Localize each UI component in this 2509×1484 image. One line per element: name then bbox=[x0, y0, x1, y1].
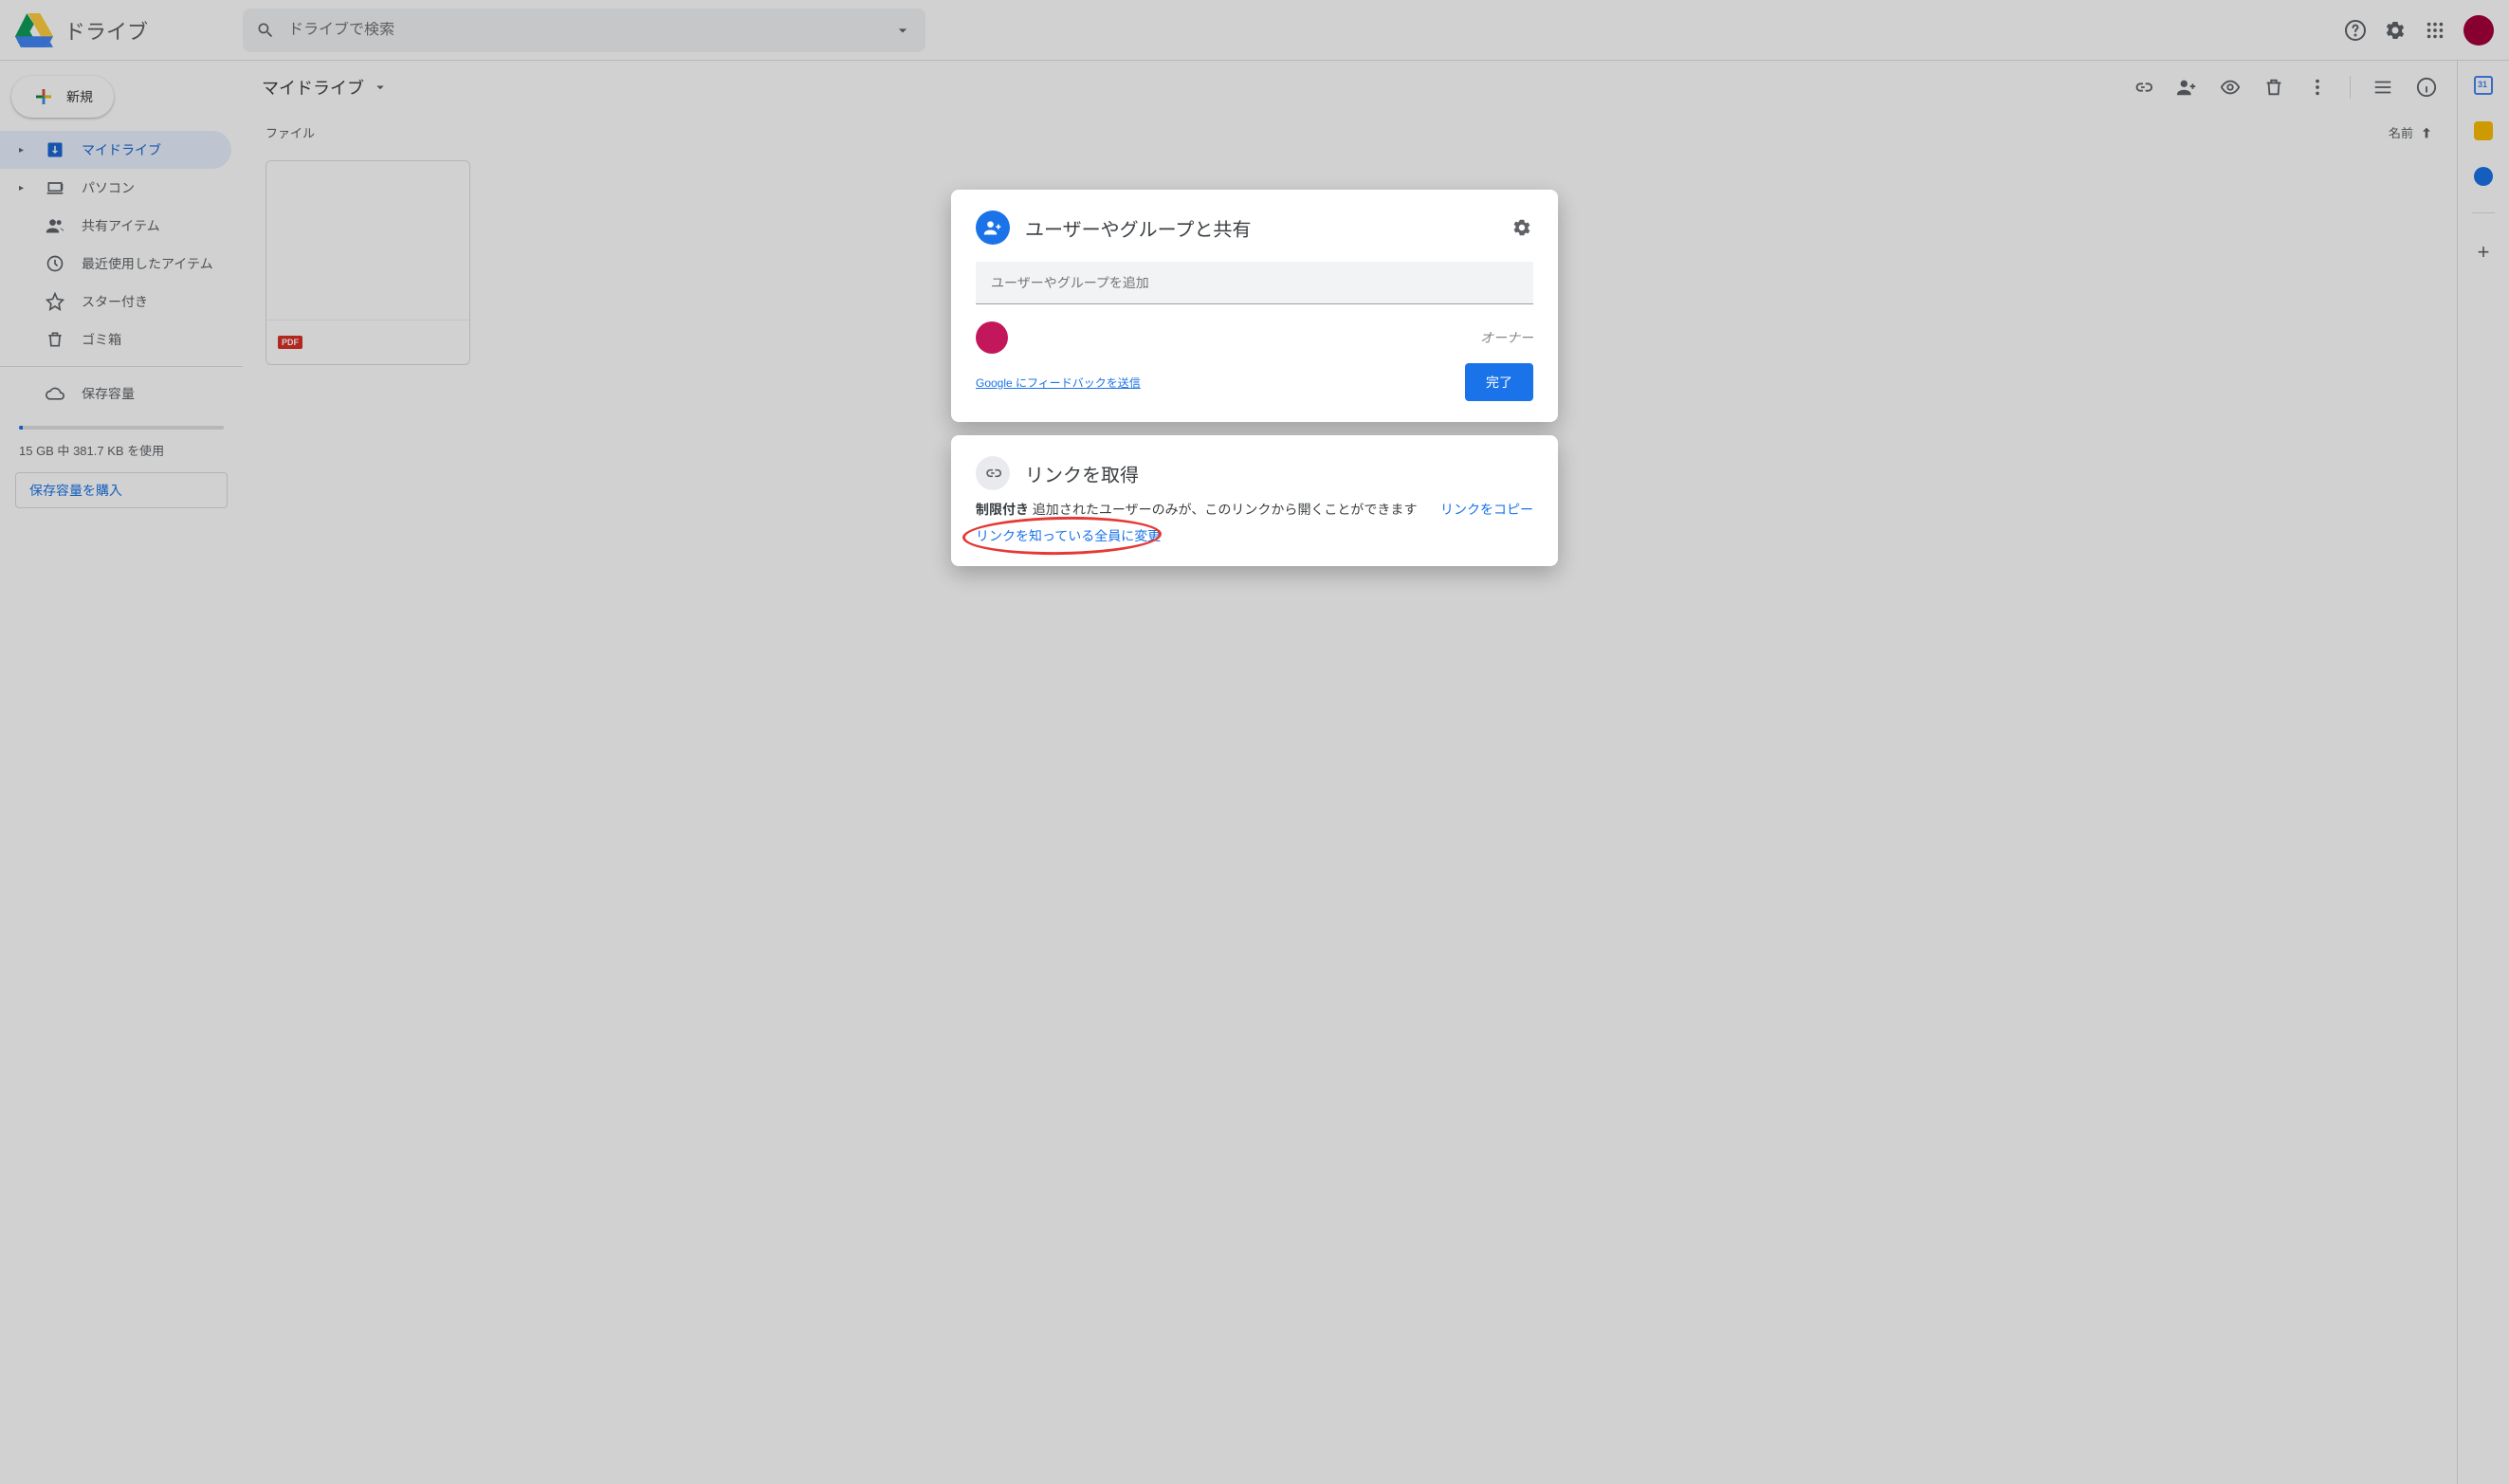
owner-role-label: オーナー bbox=[1480, 328, 1533, 347]
share-dialog-title: ユーザーやグループと共有 bbox=[1025, 214, 1251, 242]
done-button[interactable]: 完了 bbox=[1465, 363, 1533, 401]
share-dialog: ユーザーやグループと共有 オーナー Google にフィードバックを送信 完了 bbox=[951, 190, 1558, 422]
owner-avatar bbox=[976, 321, 1008, 354]
share-people-input[interactable] bbox=[976, 262, 1533, 304]
share-settings-gear-icon[interactable] bbox=[1511, 216, 1533, 239]
copy-link-button[interactable]: リンクをコピー bbox=[1440, 500, 1533, 519]
restricted-label: 制限付き bbox=[976, 502, 1029, 517]
link-dialog: リンクを取得 制限付き 追加されたユーザーのみが、このリンクから開くことができま… bbox=[951, 435, 1558, 566]
link-dialog-title: リンクを取得 bbox=[1025, 460, 1139, 487]
link-icon bbox=[976, 456, 1010, 490]
modal-scrim: ユーザーやグループと共有 オーナー Google にフィードバックを送信 完了 bbox=[0, 0, 2509, 1484]
feedback-link[interactable]: Google にフィードバックを送信 bbox=[976, 375, 1141, 391]
change-link-access-button[interactable]: リンクを知っている全員に変更 bbox=[976, 528, 1161, 543]
restricted-desc: 追加されたユーザーのみが、このリンクから開くことができます bbox=[1033, 502, 1417, 517]
person-add-icon bbox=[976, 211, 1010, 245]
